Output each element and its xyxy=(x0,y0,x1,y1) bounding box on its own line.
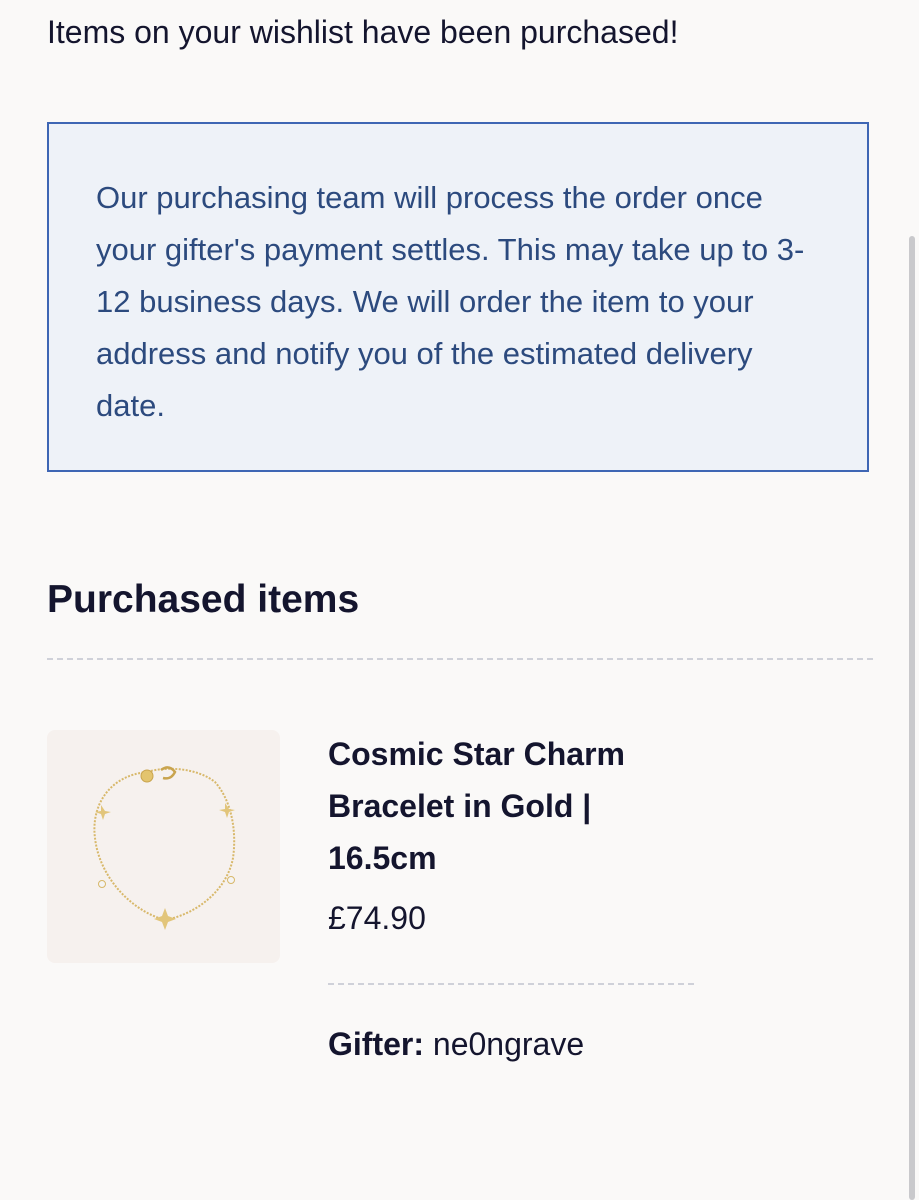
purchase-confirmation-message: Items on your wishlist have been purchas… xyxy=(47,14,679,50)
item-price: £74.90 xyxy=(328,900,426,936)
item-divider xyxy=(328,983,694,985)
gifter-label: Gifter: xyxy=(328,1026,424,1062)
processing-notice-text: Our purchasing team will process the ord… xyxy=(96,180,805,423)
processing-notice: Our purchasing team will process the ord… xyxy=(47,122,869,472)
bracelet-image[interactable] xyxy=(47,730,280,963)
item-name[interactable]: Cosmic Star Charm Bracelet in Gold | 16.… xyxy=(328,728,688,884)
section-divider xyxy=(47,658,873,660)
gifter-info: Gifter: ne0ngrave xyxy=(328,1026,584,1063)
gifter-name: ne0ngrave xyxy=(432,1026,585,1062)
scrollbar[interactable] xyxy=(909,236,915,1200)
purchased-items-title: Purchased items xyxy=(47,578,360,621)
bracelet-icon xyxy=(93,766,236,930)
